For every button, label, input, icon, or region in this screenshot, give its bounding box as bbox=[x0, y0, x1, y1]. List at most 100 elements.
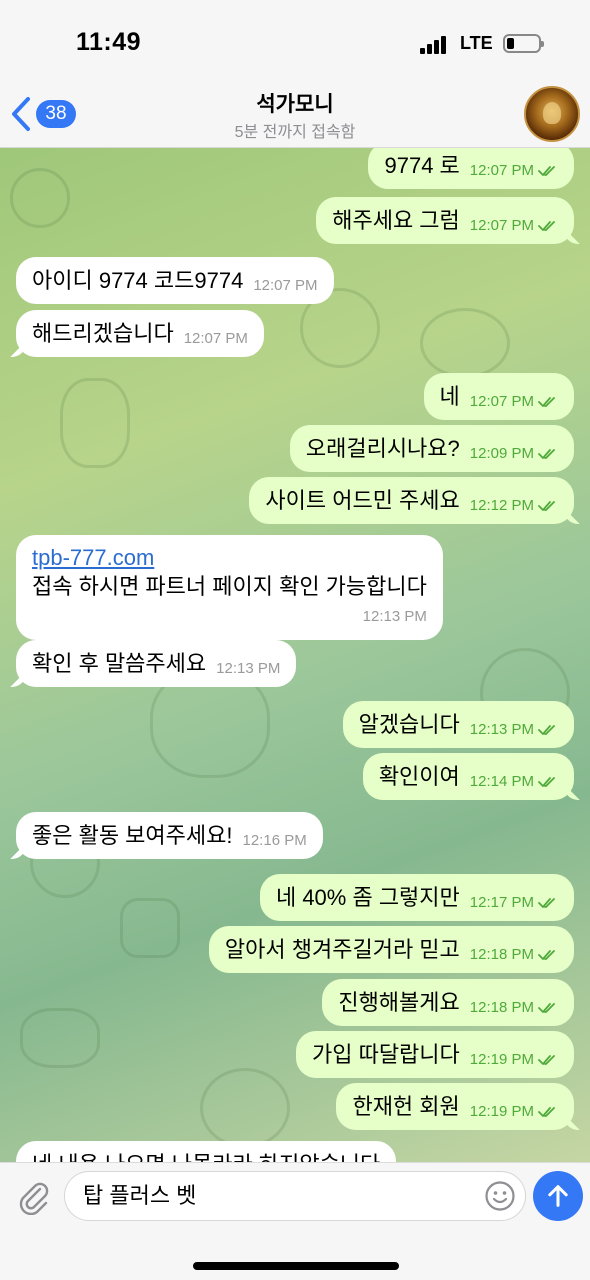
message-timestamp: 12:13 PM bbox=[32, 603, 427, 631]
outgoing-message[interactable]: 확인이여 12:14 PM bbox=[362, 753, 574, 801]
message-timestamp: 12:18 PM bbox=[470, 994, 558, 1022]
message-text: 가입 따달랍니다 bbox=[311, 1042, 460, 1068]
timestamp-text: 12:07 PM bbox=[183, 330, 248, 348]
message-timestamp: 12:07 PM bbox=[470, 388, 558, 416]
timestamp-text: 12:09 PM bbox=[469, 445, 534, 463]
background-doodle bbox=[10, 168, 70, 228]
smiley-icon bbox=[485, 1181, 515, 1211]
outgoing-message[interactable]: 해주세요 그럼 12:07 PM bbox=[316, 197, 574, 245]
read-checkmarks-icon bbox=[538, 1003, 555, 1014]
attach-button[interactable] bbox=[14, 1177, 52, 1216]
message-timestamp: 12:19 PM bbox=[470, 1046, 558, 1074]
timestamp-text: 12:13 PM bbox=[216, 660, 281, 678]
incoming-message[interactable]: 해드리겠습니다 12:07 PM bbox=[16, 310, 264, 358]
message-text: 아이디 9774 코드9774 bbox=[32, 268, 244, 294]
message-text: 알아서 챙겨주길거라 믿고 bbox=[224, 937, 460, 963]
arrow-up-icon bbox=[548, 1185, 568, 1207]
message-text: 확인 후 말씀주세요 bbox=[32, 651, 207, 677]
outgoing-message[interactable]: 진행해볼게요 12:18 PM bbox=[322, 979, 574, 1027]
message-text: 9774 로 bbox=[384, 153, 460, 179]
timestamp-text: 12:07 PM bbox=[469, 217, 534, 235]
message-text: 네 내용 나오면 나몰라라 하지않습니다 bbox=[32, 1151, 380, 1162]
outgoing-message[interactable]: 네 12:07 PM bbox=[423, 373, 574, 421]
status-time: 11:49 bbox=[76, 28, 142, 56]
read-checkmarks-icon bbox=[538, 898, 555, 909]
read-checkmarks-icon bbox=[538, 166, 555, 177]
message-text: 해주세요 그럼 bbox=[332, 208, 460, 234]
message-timestamp: 12:13 PM bbox=[470, 716, 558, 744]
message-text: 알겠습니다 bbox=[358, 712, 460, 738]
message-timestamp: 12:16 PM bbox=[243, 827, 307, 855]
background-doodle bbox=[200, 1068, 290, 1148]
message-text: 접속 하시면 파트너 페이지 확인 가능합니다 bbox=[32, 574, 427, 600]
timestamp-text: 12:07 PM bbox=[469, 393, 534, 411]
incoming-message[interactable]: 좋은 활동 보여주세요! 12:16 PM bbox=[16, 812, 323, 860]
chat-title[interactable]: 석가모니 bbox=[0, 88, 590, 118]
incoming-message[interactable]: 아이디 9774 코드9774 12:07 PM bbox=[16, 257, 334, 305]
message-timestamp: 12:14 PM bbox=[470, 768, 558, 796]
message-timestamp: 12:09 PM bbox=[470, 440, 558, 468]
message-text: 확인이여 bbox=[378, 764, 460, 790]
message-text: 네 bbox=[439, 384, 460, 410]
outgoing-message[interactable]: 사이트 어드민 주세요 12:12 PM bbox=[249, 477, 574, 525]
outgoing-message[interactable]: 한재헌 회원 12:19 PM bbox=[336, 1083, 574, 1131]
home-indicator bbox=[193, 1262, 399, 1270]
timestamp-text: 12:17 PM bbox=[469, 894, 534, 912]
message-text: 네 40% 좀 그렇지만 bbox=[275, 885, 460, 911]
read-checkmarks-icon bbox=[538, 501, 555, 512]
incoming-message[interactable]: 확인 후 말씀주세요 12:13 PM bbox=[16, 640, 297, 688]
network-type: LTE bbox=[460, 33, 493, 53]
paperclip-icon bbox=[19, 1182, 49, 1216]
timestamp-text: 12:19 PM bbox=[469, 1103, 534, 1121]
signal-icon bbox=[420, 34, 450, 54]
message-timestamp: 12:07 PM bbox=[184, 325, 248, 353]
avatar[interactable] bbox=[524, 86, 580, 142]
timestamp-text: 12:14 PM bbox=[469, 773, 534, 791]
send-button[interactable] bbox=[533, 1171, 583, 1221]
timestamp-text: 12:13 PM bbox=[469, 721, 534, 739]
timestamp-text: 12:07 PM bbox=[469, 162, 534, 180]
timestamp-text: 12:13 PM bbox=[362, 608, 427, 626]
background-doodle bbox=[420, 308, 510, 378]
message-timestamp: 12:13 PM bbox=[216, 655, 280, 683]
outgoing-message[interactable]: 오래걸리시나요? 12:09 PM bbox=[289, 425, 574, 473]
message-list[interactable]: 9774 로 12:07 PM 해주세요 그럼 12:07 PM 아이디 9774 코드… bbox=[0, 148, 590, 1162]
background-doodle bbox=[120, 898, 180, 958]
outgoing-message[interactable]: 알겠습니다 12:13 PM bbox=[342, 701, 574, 749]
outgoing-message[interactable]: 알아서 챙겨주길거라 믿고 12:18 PM bbox=[208, 926, 574, 974]
read-checkmarks-icon bbox=[538, 1055, 555, 1066]
message-timestamp: 12:12 PM bbox=[470, 492, 558, 520]
read-checkmarks-icon bbox=[538, 449, 555, 460]
outgoing-message[interactable]: 9774 로 12:07 PM bbox=[368, 148, 574, 190]
status-bar: 11:49 LTE bbox=[0, 0, 590, 90]
timestamp-text: 12:07 PM bbox=[253, 277, 318, 295]
background-doodle bbox=[20, 1008, 100, 1068]
emoji-button[interactable] bbox=[484, 1180, 516, 1212]
read-checkmarks-icon bbox=[538, 725, 555, 736]
read-checkmarks-icon bbox=[538, 950, 555, 961]
incoming-message[interactable]: 네 내용 나오면 나몰라라 하지않습니다 bbox=[16, 1141, 397, 1162]
incoming-message[interactable]: tpb-777.com 접속 하시면 파트너 페이지 확인 가능합니다 12:13 … bbox=[16, 535, 443, 641]
timestamp-text: 12:19 PM bbox=[469, 1051, 534, 1069]
read-checkmarks-icon bbox=[538, 777, 555, 788]
message-timestamp: 12:07 PM bbox=[253, 272, 317, 300]
outgoing-message[interactable]: 가입 따달랍니다 12:19 PM bbox=[295, 1031, 574, 1079]
read-checkmarks-icon bbox=[538, 1107, 555, 1118]
message-timestamp: 12:17 PM bbox=[470, 889, 558, 917]
last-seen-status: 5분 전까지 접속함 bbox=[234, 124, 356, 141]
message-link[interactable]: tpb-777.com bbox=[32, 544, 427, 572]
message-text: 해드리겠습니다 bbox=[32, 321, 174, 347]
background-doodle bbox=[60, 378, 130, 468]
message-text: 좋은 활동 보여주세요! bbox=[32, 823, 233, 849]
message-timestamp: 12:19 PM bbox=[470, 1098, 558, 1126]
message-timestamp: 12:07 PM bbox=[470, 157, 558, 185]
battery-icon bbox=[503, 34, 544, 53]
message-timestamp: 12:07 PM bbox=[470, 212, 558, 240]
read-checkmarks-icon bbox=[538, 397, 555, 408]
timestamp-text: 12:18 PM bbox=[469, 999, 534, 1017]
read-checkmarks-icon bbox=[538, 221, 555, 232]
timestamp-text: 12:16 PM bbox=[242, 832, 307, 850]
message-input[interactable]: 탑 플러스 벳 bbox=[64, 1171, 526, 1221]
message-timestamp: 12:18 PM bbox=[470, 941, 558, 969]
outgoing-message[interactable]: 네 40% 좀 그렇지만 12:17 PM bbox=[259, 874, 574, 922]
